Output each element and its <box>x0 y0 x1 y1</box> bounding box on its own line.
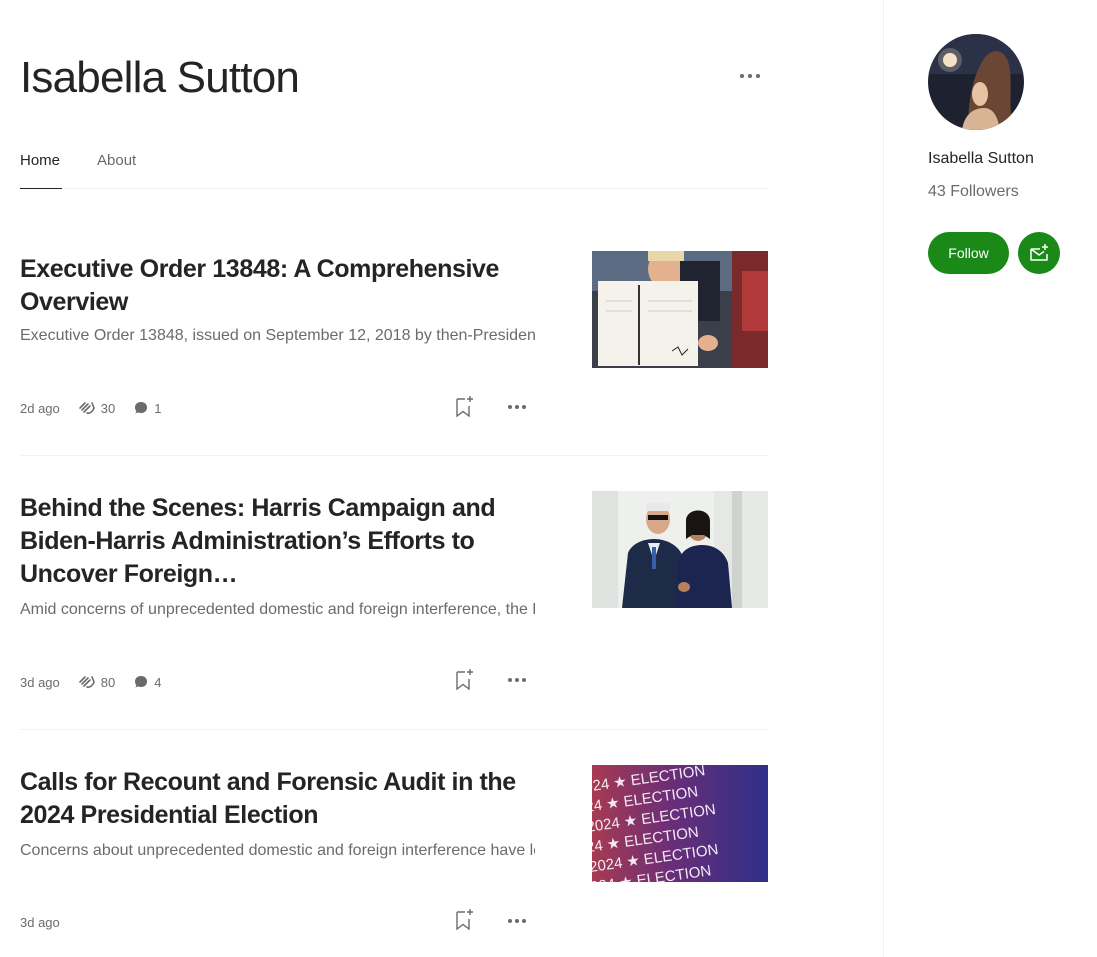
page-title: Isabella Sutton <box>20 53 300 102</box>
article-title[interactable]: Calls for Recount and Forensic Audit in … <box>20 766 540 832</box>
subscribe-button[interactable] <box>1018 232 1060 274</box>
response-count-value: 1 <box>154 400 162 416</box>
followers-count[interactable]: 43 Followers <box>928 183 1019 201</box>
article-meta: 2d ago 30 1 <box>20 398 179 418</box>
clap-icon <box>78 676 95 688</box>
article-divider <box>20 455 768 456</box>
clap-count[interactable]: 80 <box>78 674 115 690</box>
bookmark-add-icon[interactable] <box>454 395 474 424</box>
article-subtitle[interactable]: Amid concerns of unprecedented domestic … <box>20 599 535 621</box>
response-bubble-icon <box>135 676 148 688</box>
article-meta: 3d ago <box>20 912 78 932</box>
clap-count-value: 80 <box>100 674 116 690</box>
response-count[interactable]: 1 <box>133 400 161 416</box>
response-bubble-icon <box>135 402 148 414</box>
article-title[interactable]: Behind the Scenes: Harris Campaign and B… <box>20 492 540 591</box>
mail-plus-icon <box>1030 244 1048 261</box>
article-date: 3d ago <box>20 914 60 930</box>
response-count-value: 4 <box>154 674 162 690</box>
article-date: 2d ago <box>20 400 60 416</box>
profile-name[interactable]: Isabella Sutton <box>928 150 1034 168</box>
avatar[interactable] <box>928 34 1024 130</box>
more-horizontal-icon[interactable] <box>505 911 529 936</box>
bookmark-add-icon[interactable] <box>454 668 474 697</box>
profile-sidebar: Isabella Sutton 43 Followers Follow <box>883 0 1097 957</box>
profile-tabs: Home About <box>20 136 768 189</box>
clap-icon <box>78 402 95 414</box>
tab-home[interactable]: Home <box>20 151 60 171</box>
article-title[interactable]: Executive Order 13848: A Comprehensive O… <box>20 253 540 319</box>
article-thumbnail[interactable] <box>592 251 768 368</box>
more-horizontal-icon[interactable] <box>505 397 529 422</box>
follow-button[interactable]: Follow <box>928 232 1009 274</box>
more-horizontal-icon[interactable] <box>505 670 529 695</box>
bookmark-add-icon[interactable] <box>454 908 474 937</box>
clap-count[interactable]: 30 <box>78 400 115 416</box>
response-count[interactable]: 4 <box>133 674 161 690</box>
article-meta: 3d ago 80 4 <box>20 672 179 692</box>
more-options-icon[interactable] <box>738 66 762 86</box>
article-divider <box>20 729 768 730</box>
active-tab-indicator <box>20 188 62 189</box>
article-subtitle[interactable]: Concerns about unprecedented domestic an… <box>20 840 535 862</box>
article-subtitle[interactable]: Executive Order 13848, issued on Septemb… <box>20 325 535 347</box>
article-date: 3d ago <box>20 674 60 690</box>
article-thumbnail[interactable]: 2024 ★ ELECTION 2024 ★ ELECTION 2024 ★ E… <box>592 765 768 882</box>
tab-about[interactable]: About <box>97 151 136 171</box>
article-thumbnail[interactable] <box>592 491 768 608</box>
clap-count-value: 30 <box>100 400 116 416</box>
